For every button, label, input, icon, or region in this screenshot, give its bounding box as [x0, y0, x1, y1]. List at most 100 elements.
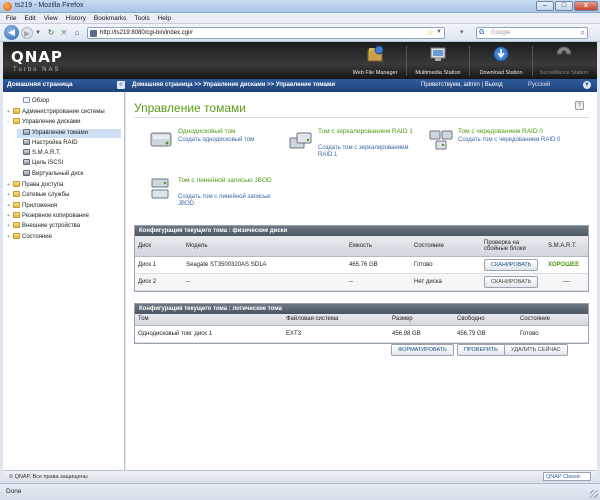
- create-raid0-link[interactable]: Создать том с чередованием RAID 0: [458, 137, 568, 144]
- breadcrumb: Домашняя страница >> Управление дисками …: [132, 82, 336, 88]
- menu-bookmarks[interactable]: Bookmarks: [94, 13, 127, 23]
- welcome-logout[interactable]: Приветствуем, admin | Выход: [421, 82, 503, 88]
- jbod-volume-title: Том с линейной записью JBOD: [178, 177, 272, 184]
- volume-name: Однодисковый том: диск 1: [135, 325, 283, 343]
- create-jbod-link[interactable]: Создать том с линейной записью JBOD: [178, 194, 278, 208]
- language-dropdown-icon[interactable]: ▼: [583, 81, 591, 89]
- volume-free: 456.79 GB: [454, 325, 517, 343]
- scan-button[interactable]: СКАНИРОВАТЬ: [484, 258, 539, 271]
- multimedia-station-link[interactable]: Multimedia Station: [409, 44, 467, 77]
- disk-model: --: [183, 273, 346, 291]
- sidebar-item[interactable]: + Состояние: [7, 233, 121, 242]
- single-disk-volume-title: Однодисковый том: [178, 128, 236, 135]
- sidebar-item[interactable]: Управление томами: [17, 129, 121, 138]
- disk-name: Диск 1: [135, 256, 183, 274]
- sidebar: Обзор + Администрирование системы − Управлен…: [3, 92, 125, 470]
- folder-icon: [13, 191, 20, 197]
- sidebar-item[interactable]: + Резервное копирование: [7, 212, 121, 221]
- web-file-manager-icon: [367, 45, 384, 62]
- sidebar-item[interactable]: Цель iSCSI: [17, 159, 121, 168]
- url-dropdown-icon[interactable]: ▼: [436, 29, 442, 35]
- sidebar-item[interactable]: S.M.A.R.T.: [17, 149, 121, 158]
- menu-tools[interactable]: Tools: [134, 13, 149, 23]
- table-header-row: Диск Модель Емкость Состояние Проверка н…: [135, 236, 588, 257]
- window-titlebar: ts219 - Mozilla Firefox – □ x: [0, 0, 600, 13]
- maximize-button[interactable]: □: [555, 1, 573, 11]
- home-link[interactable]: Домашняя страница: [7, 81, 73, 88]
- search-icon[interactable]: ⌕: [581, 28, 585, 38]
- sidebar-item-label: Управление томами: [32, 130, 88, 136]
- surveillance-station-link[interactable]: Surveillance Station: [535, 44, 593, 77]
- surveillance-station-icon: [556, 46, 572, 56]
- sidebar-item[interactable]: Настройка RAID: [17, 139, 121, 148]
- sidebar-item-label: Виртуальный диск: [32, 171, 84, 177]
- search-box[interactable]: G Google ⌕: [476, 27, 588, 39]
- create-single-disk-link[interactable]: Создать однодисковый том: [178, 137, 288, 144]
- qnap-logo-subtitle: Turbo NAS: [13, 67, 61, 73]
- menu-view[interactable]: View: [44, 13, 58, 23]
- sidebar-item[interactable]: + Администрирование системы: [7, 108, 121, 117]
- stop-icon[interactable]: ✕: [58, 27, 70, 39]
- check-button[interactable]: ПРОВЕРИТЬ: [457, 344, 505, 356]
- raid1-volume-title: Том с зеркалированием RAID 1: [318, 128, 413, 135]
- window-title: ts219 - Mozilla Firefox: [15, 2, 84, 9]
- sidebar-item[interactable]: + Внешние устройства: [7, 222, 121, 231]
- minimize-button[interactable]: –: [536, 1, 554, 11]
- sidebar-item-label: Сетевые службы: [22, 192, 70, 198]
- resize-grip-icon[interactable]: [590, 490, 598, 498]
- delete-now-button[interactable]: УДАЛИТЬ СЕЙЧАС: [504, 344, 568, 356]
- disk-status: Нет диска: [411, 273, 481, 291]
- search-placeholder[interactable]: Google: [491, 30, 510, 36]
- sidebar-item[interactable]: + Права доступа: [7, 181, 121, 190]
- col-status: Состояние: [411, 236, 481, 257]
- physical-disks-header: Конфигурация текущего тома : физические …: [135, 226, 588, 236]
- language-selector[interactable]: Русский: [528, 82, 550, 88]
- menu-history[interactable]: History: [66, 13, 86, 23]
- download-station-icon: [493, 46, 509, 62]
- volume-size: 456.98 GB: [389, 325, 454, 343]
- home-icon[interactable]: ⌂: [71, 27, 83, 39]
- sidebar-item[interactable]: + Сетевые службы: [7, 191, 121, 200]
- menu-help[interactable]: Help: [158, 13, 171, 23]
- table-row: Диск 1 Seagate ST3500320AS SD1A 465.76 G…: [135, 256, 588, 274]
- logical-volumes-table: Том Файловая система Размер Свободно Сос…: [135, 314, 588, 343]
- web-file-manager-link[interactable]: Web File Manager: [346, 44, 404, 77]
- menu-edit[interactable]: Edit: [24, 13, 35, 23]
- download-station-link[interactable]: Download Station: [472, 44, 530, 77]
- collapse-sidebar-button[interactable]: «: [117, 81, 125, 89]
- sidebar-item-label: Настройка RAID: [32, 140, 78, 146]
- help-icon[interactable]: ?: [575, 101, 584, 110]
- disk-model: Seagate ST3500320AS SD1A: [183, 256, 346, 274]
- window-controls: – □ x: [536, 1, 598, 11]
- menu-file[interactable]: File: [6, 13, 16, 23]
- site-favicon-icon: [90, 30, 97, 37]
- qnap-logo: QNAP: [11, 48, 63, 66]
- header-divider: [532, 46, 533, 76]
- close-window-button[interactable]: x: [574, 1, 598, 11]
- forward-button[interactable]: ▶: [21, 27, 33, 39]
- theme-selector[interactable]: QNAP Classic: [543, 472, 591, 481]
- bookmark-star-icon[interactable]: ☆: [427, 28, 434, 37]
- jbod-volume-option: Том с линейной записью JBOD Создать том …: [148, 177, 288, 217]
- history-dropdown-icon[interactable]: ▼: [34, 27, 42, 39]
- sidebar-item[interactable]: − Управление дисками: [7, 118, 121, 127]
- address-bar[interactable]: http://ts219:8080/cgi-bin/index.cgi# ☆ ▼: [87, 27, 445, 39]
- google-engine-icon[interactable]: G: [479, 29, 484, 36]
- raid1-volume-option: Том с зеркалированием RAID 1 Создать том…: [288, 128, 428, 168]
- sidebar-item[interactable]: Виртуальный диск: [17, 170, 121, 179]
- back-button[interactable]: ◀: [4, 25, 19, 40]
- col-size: Размер: [389, 314, 454, 326]
- create-raid1-link[interactable]: Создать том с зеркалированием RAID 1: [318, 145, 418, 159]
- header-app-links: Web File Manager Multimedia Station Down…: [346, 44, 593, 77]
- format-button[interactable]: ФОРМАТИРОВАТЬ: [391, 344, 454, 356]
- reload-icon[interactable]: ↻: [45, 27, 57, 39]
- sidebar-item[interactable]: + Приложения: [7, 202, 121, 211]
- folder-icon: [13, 118, 20, 124]
- feed-icon[interactable]: ▾: [460, 28, 472, 38]
- folder-icon: [13, 181, 20, 187]
- sidebar-item[interactable]: Обзор: [17, 97, 121, 106]
- folder-icon: [13, 212, 20, 218]
- scan-button-disabled[interactable]: СКАНИРОВАТЬ: [484, 275, 539, 288]
- col-free: Свободно: [454, 314, 517, 326]
- address-url[interactable]: http://ts219:8080/cgi-bin/index.cgi#: [100, 30, 193, 36]
